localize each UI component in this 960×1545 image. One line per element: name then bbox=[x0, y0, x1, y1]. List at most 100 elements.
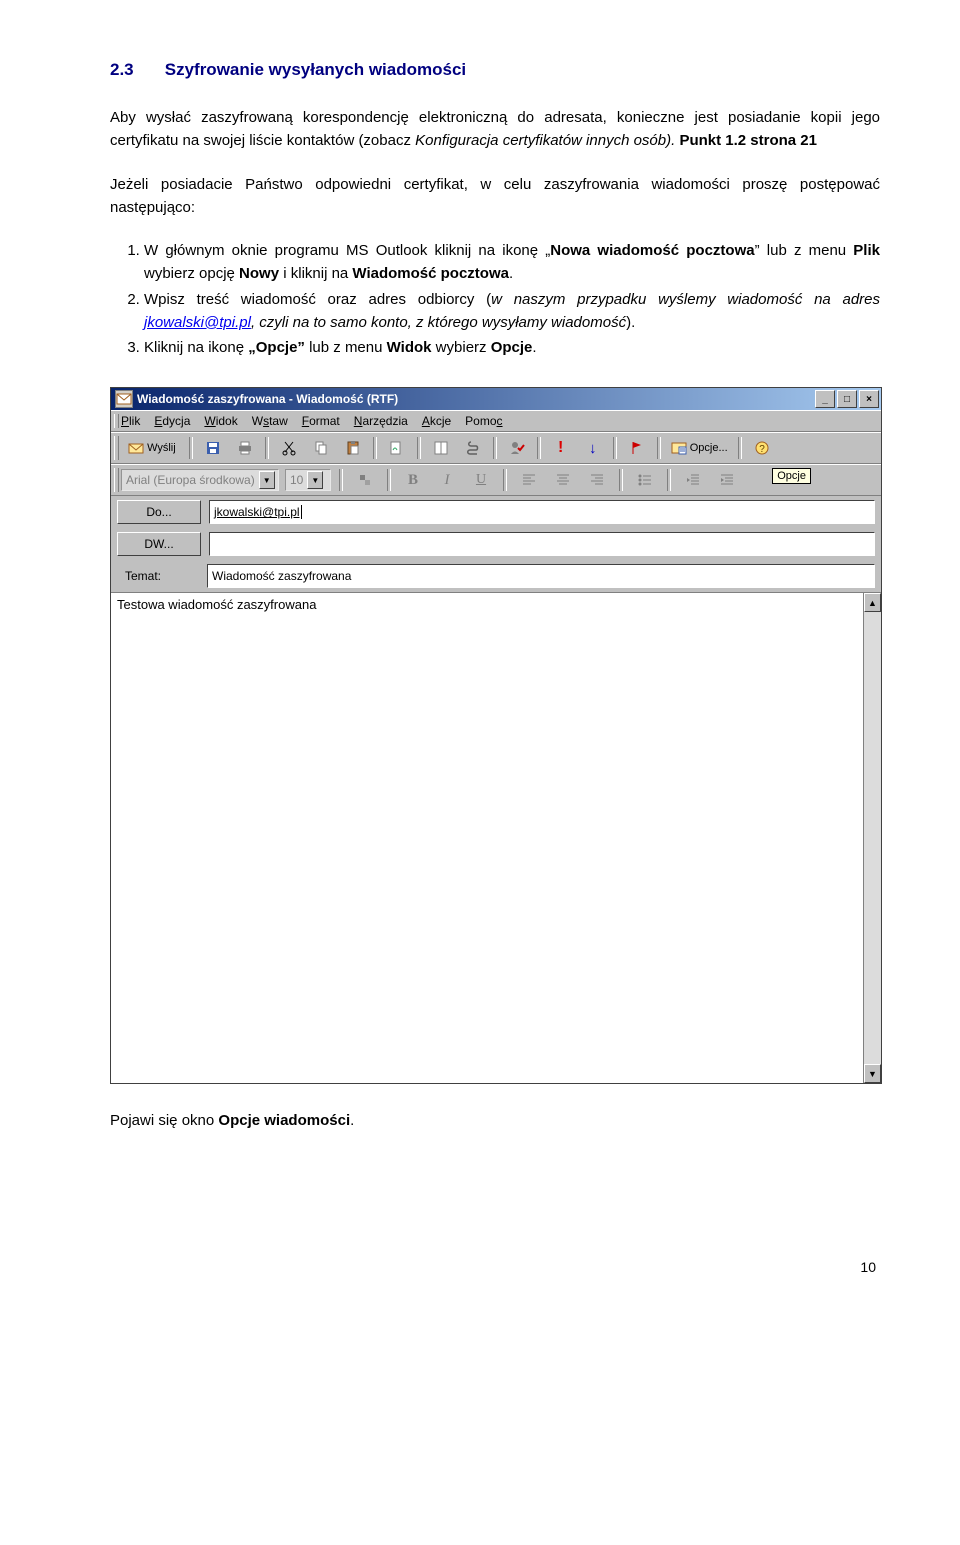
save-button[interactable] bbox=[199, 436, 227, 460]
signature-button[interactable] bbox=[383, 436, 411, 460]
heading-number: 2.3 bbox=[110, 60, 160, 80]
attach-button[interactable] bbox=[459, 436, 487, 460]
menu-format[interactable]: Format bbox=[302, 414, 340, 428]
footer-paragraph: Pojawi się okno Opcje wiadomości. bbox=[110, 1112, 880, 1129]
italic-button[interactable]: I bbox=[433, 468, 461, 492]
options-tooltip: Opcje bbox=[772, 468, 811, 484]
send-button[interactable]: Wyślij bbox=[121, 436, 183, 460]
subject-value: Wiadomość zaszyfrowana bbox=[212, 569, 351, 583]
to-button[interactable]: Do... bbox=[117, 500, 201, 524]
to-row: Do... jkowalski@tpi.pl bbox=[111, 496, 881, 528]
importance-low-button[interactable]: ↓ bbox=[579, 436, 607, 460]
underline-button[interactable]: U bbox=[467, 468, 495, 492]
toolbar-handle-icon[interactable] bbox=[114, 414, 119, 428]
font-color-button[interactable] bbox=[351, 468, 379, 492]
menu-wstaw[interactable]: Wstaw bbox=[252, 414, 288, 428]
paint-icon bbox=[357, 472, 373, 488]
steps-list: W głównym oknie programu MS Outlook klik… bbox=[110, 239, 880, 359]
bold-button[interactable]: B bbox=[399, 468, 427, 492]
help-button[interactable]: ? bbox=[748, 436, 776, 460]
chevron-down-icon: ▼ bbox=[307, 471, 323, 489]
scissors-icon bbox=[281, 440, 297, 456]
floppy-icon bbox=[205, 440, 221, 456]
close-button[interactable]: × bbox=[859, 390, 879, 408]
subject-row: Temat: Wiadomość zaszyfrowana bbox=[111, 560, 881, 592]
step-1: W głównym oknie programu MS Outlook klik… bbox=[144, 239, 880, 286]
align-center-button[interactable] bbox=[549, 468, 577, 492]
cut-button[interactable] bbox=[275, 436, 303, 460]
flag-button[interactable] bbox=[623, 436, 651, 460]
align-right-button[interactable] bbox=[583, 468, 611, 492]
chevron-down-icon: ▼ bbox=[259, 471, 275, 489]
page-number: 10 bbox=[110, 1259, 880, 1275]
paragraph-1: Aby wysłać zaszyfrowaną korespondencję e… bbox=[110, 106, 880, 153]
indent-button[interactable] bbox=[713, 468, 741, 492]
svg-text:?: ? bbox=[759, 444, 765, 455]
align-right-icon bbox=[589, 472, 605, 488]
print-button[interactable] bbox=[231, 436, 259, 460]
cc-button[interactable]: DW... bbox=[117, 532, 201, 556]
maximize-button[interactable]: □ bbox=[837, 390, 857, 408]
align-center-icon bbox=[555, 472, 571, 488]
size-value: 10 bbox=[290, 473, 303, 487]
outlook-window: Opcje Wiadomość zaszyfrowana - Wiadomość… bbox=[110, 387, 882, 1084]
cc-row: DW... bbox=[111, 528, 881, 560]
scroll-up-icon[interactable]: ▲ bbox=[864, 593, 881, 612]
menu-akcje[interactable]: Akcje bbox=[422, 414, 451, 428]
signature-icon bbox=[389, 440, 405, 456]
menu-widok[interactable]: Widok bbox=[204, 414, 237, 428]
subject-input[interactable]: Wiadomość zaszyfrowana bbox=[207, 564, 875, 588]
main-toolbar: Wyślij ! ↓ Opcje... ? bbox=[111, 432, 881, 464]
copy-button[interactable] bbox=[307, 436, 335, 460]
cc-input[interactable] bbox=[209, 532, 875, 556]
envelope-icon bbox=[116, 391, 132, 407]
exclamation-icon: ! bbox=[558, 439, 563, 457]
arrow-down-icon: ↓ bbox=[589, 440, 597, 457]
clipboard-icon bbox=[345, 440, 361, 456]
mail-link[interactable]: jkowalski@tpi.pl bbox=[144, 314, 251, 331]
check-names-button[interactable] bbox=[427, 436, 455, 460]
menu-plik[interactable]: Plik bbox=[121, 414, 140, 428]
flag-icon bbox=[629, 440, 645, 456]
send-icon bbox=[128, 440, 144, 456]
address-book-button[interactable] bbox=[503, 436, 531, 460]
step-3: Kliknij na ikonę „Opcje” lub z menu Wido… bbox=[144, 336, 880, 359]
section-heading: 2.3 Szyfrowanie wysyłanych wiadomości bbox=[110, 60, 880, 80]
to-input[interactable]: jkowalski@tpi.pl bbox=[209, 500, 875, 524]
align-left-icon bbox=[521, 472, 537, 488]
options-toolbar-button[interactable]: Opcje... bbox=[667, 436, 732, 460]
paste-button[interactable] bbox=[339, 436, 367, 460]
to-value: jkowalski@tpi.pl bbox=[214, 505, 300, 519]
subject-label: Temat: bbox=[117, 565, 199, 587]
copy-icon bbox=[313, 440, 329, 456]
toolbar-handle-icon[interactable] bbox=[114, 436, 119, 460]
format-toolbar: Arial (Europa środkowa) ▼ 10 ▼ B I U bbox=[111, 464, 881, 496]
align-left-button[interactable] bbox=[515, 468, 543, 492]
heading-title: Szyfrowanie wysyłanych wiadomości bbox=[165, 60, 466, 79]
step-2: Wpisz treść wiadomość oraz adres odbiorc… bbox=[144, 288, 880, 335]
vertical-scrollbar[interactable]: ▲ ▼ bbox=[863, 593, 881, 1083]
scroll-down-icon[interactable]: ▼ bbox=[864, 1064, 881, 1083]
titlebar: Wiadomość zaszyfrowana - Wiadomość (RTF)… bbox=[111, 388, 881, 410]
outdent-button[interactable] bbox=[679, 468, 707, 492]
size-combo[interactable]: 10 ▼ bbox=[285, 469, 331, 491]
minimize-button[interactable]: _ bbox=[815, 390, 835, 408]
bullets-button[interactable] bbox=[631, 468, 659, 492]
menu-narzedzia[interactable]: Narzędzia bbox=[354, 414, 408, 428]
font-value: Arial (Europa środkowa) bbox=[126, 473, 255, 487]
bullets-icon bbox=[637, 472, 653, 488]
menu-pomoc[interactable]: Pomoc bbox=[465, 414, 502, 428]
body-textarea[interactable]: Testowa wiadomość zaszyfrowana bbox=[111, 593, 863, 1083]
toolbar-handle-icon[interactable] bbox=[114, 468, 119, 492]
paragraph-2: Jeżeli posiadacie Państwo odpowiedni cer… bbox=[110, 173, 880, 220]
menubar: Plik Edycja Widok Wstaw Format Narzędzia… bbox=[111, 410, 881, 432]
importance-high-button[interactable]: ! bbox=[547, 436, 575, 460]
window-title: Wiadomość zaszyfrowana - Wiadomość (RTF) bbox=[137, 392, 398, 406]
menu-edycja[interactable]: Edycja bbox=[154, 414, 190, 428]
app-icon bbox=[115, 390, 133, 408]
printer-icon bbox=[237, 440, 253, 456]
options-icon bbox=[671, 440, 687, 456]
person-check-icon bbox=[509, 440, 525, 456]
paperclip-icon bbox=[465, 440, 481, 456]
font-combo[interactable]: Arial (Europa środkowa) ▼ bbox=[121, 469, 279, 491]
